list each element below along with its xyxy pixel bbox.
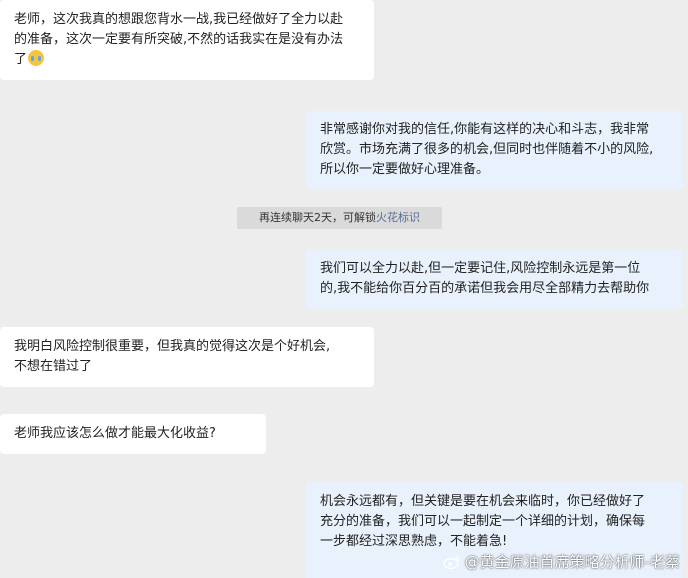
message-line: 充分的准备，我们可以一起制定一个详细的计划，确保每 — [320, 514, 646, 529]
message-bubble-received: 老师，这次我真的想跟您背水一战,我已经做好了全力以赴 的准备，这次一定要有所突破… — [0, 0, 374, 80]
message-line: 我们可以全力以赴,但一定要记住,风险控制永远是第一位 — [320, 261, 641, 276]
message-line: 的,我不能给你百分百的承诺但我会用尽全部精力去帮助你 — [320, 281, 650, 296]
message-line: 不想在错过了 — [14, 359, 93, 374]
spark-badge-link[interactable]: 火花标识 — [376, 211, 420, 224]
message-line: 我明白风险控制很重要，但我真的觉得这次是个好机会, — [14, 339, 331, 354]
message-line: 所以你一定要做好心理准备。 — [320, 162, 490, 177]
message-line: 的准备，这次一定要有所突破,不然的话我实在是没有办法 — [14, 32, 344, 47]
message-line: 非常感谢你对我的信任,你能有这样的决心和斗志，我非常 — [320, 122, 650, 137]
watermark: @黄金原油首席策略分析师-老蔡 — [442, 551, 680, 572]
weibo-icon — [442, 555, 461, 569]
system-notice-text: 再连续聊天2天，可解锁 — [259, 211, 376, 224]
message-bubble-received: 我明白风险控制很重要，但我真的觉得这次是个好机会, 不想在错过了 — [0, 327, 374, 387]
message-line: 老师我应该怎么做才能最大化收益? — [14, 426, 216, 441]
watermark-text: @黄金原油首席策略分析师-老蔡 — [464, 553, 680, 571]
chat-area: 老师，这次我真的想跟您背水一战,我已经做好了全力以赴 的准备，这次一定要有所突破… — [0, 0, 688, 578]
system-notice: 再连续聊天2天，可解锁火花标识 — [237, 207, 442, 229]
message-bubble-received: 老师我应该怎么做才能最大化收益? — [0, 414, 266, 454]
message-line: 了 — [14, 52, 28, 67]
message-line: 欣赏。市场充满了很多的机会,但同时也伴随着不小的风险, — [320, 142, 654, 157]
message-line: 机会永远都有，但关键是要在机会来临时，你已经做好了 — [320, 494, 646, 509]
crying-face-emoji-icon — [28, 50, 45, 66]
message-line: 一步都经过深思熟虑，不能着急! — [320, 534, 508, 549]
message-line: 老师，这次我真的想跟您背水一战,我已经做好了全力以赴 — [14, 12, 344, 27]
message-bubble-sent: 我们可以全力以赴,但一定要记住,风险控制永远是第一位 的,我不能给你百分百的承诺… — [306, 249, 683, 309]
message-bubble-sent: 非常感谢你对我的信任,你能有这样的决心和斗志，我非常 欣赏。市场充满了很多的机会… — [306, 111, 683, 189]
